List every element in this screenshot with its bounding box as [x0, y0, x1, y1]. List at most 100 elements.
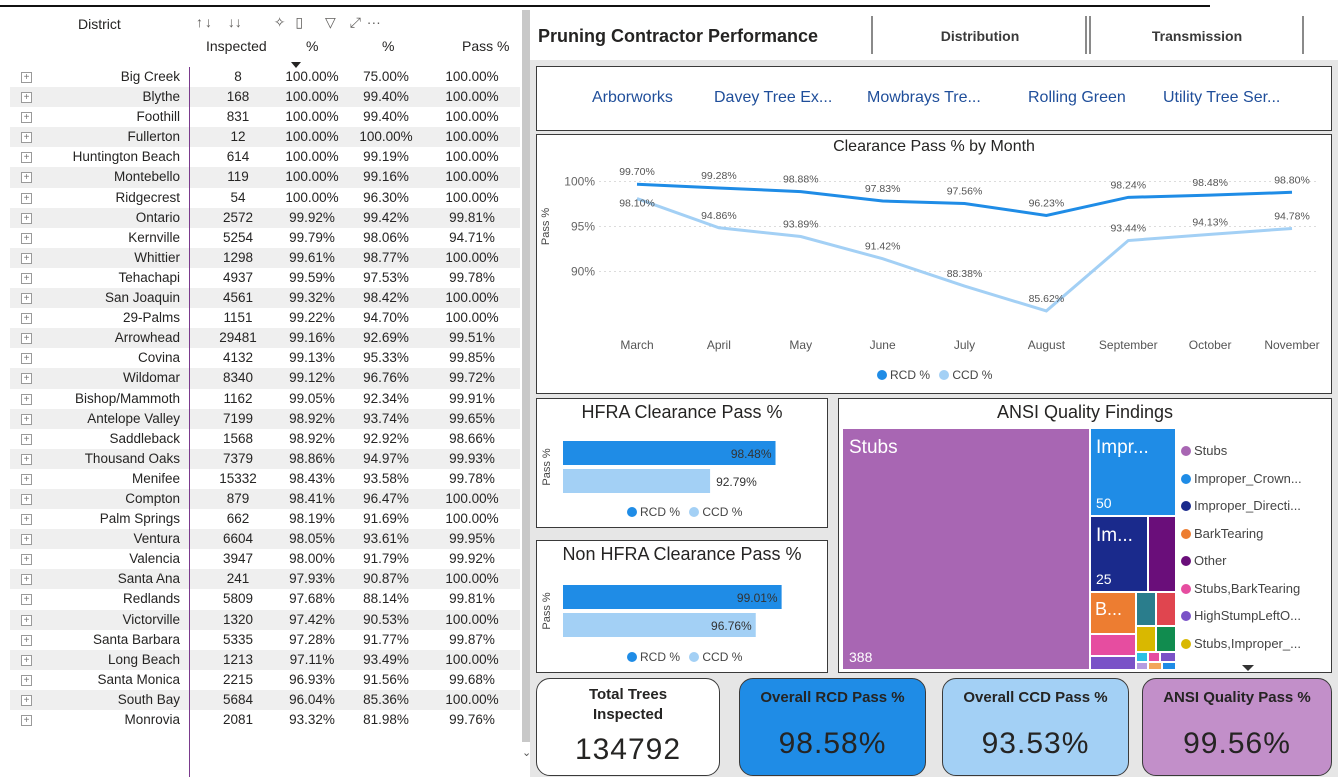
filter-icon[interactable]: ▽	[325, 14, 336, 31]
expand-icon[interactable]: +	[21, 272, 32, 284]
district-table[interactable]: District ↑ ↓ ↓↓ ✧ ▯ ▽ ⤢ ··· Inspected % %…	[10, 10, 530, 777]
table-row[interactable]: + Santa Monica 2215 96.93% 91.56% 99.68%	[10, 670, 520, 690]
expand-icon[interactable]: +	[21, 715, 32, 726]
table-row[interactable]: + Foothill 831 100.00% 99.40% 100.00%	[10, 107, 520, 127]
table-row[interactable]: +29-Palms 1151 99.22% 94.70% 100.00%	[10, 308, 520, 328]
table-row[interactable]: + Tehachapi 4937 99.59% 97.53% 99.78%	[10, 268, 520, 288]
expand-icon[interactable]: +	[21, 694, 32, 706]
expand-icon[interactable]: +	[21, 252, 32, 264]
treemap-tile-improper-crown[interactable]: Impr... 50	[1091, 429, 1175, 515]
expand-icon[interactable]: +	[21, 212, 32, 224]
treemap-legend-item[interactable]: Stubs,Improper_...	[1181, 636, 1302, 664]
focus-mode-icon[interactable]: ⤢	[350, 14, 361, 31]
expand-icon[interactable]: +	[21, 634, 32, 646]
expand-icon[interactable]: +	[21, 172, 32, 184]
expand-icon[interactable]: +	[21, 353, 32, 365]
treemap-legend-item[interactable]: Stubs	[1181, 443, 1302, 471]
table-row[interactable]: + Fullerton 12 100.00% 100.00% 100.00%	[10, 127, 520, 148]
scroll-down-icon[interactable]: ⌄	[522, 746, 530, 759]
treemap-tile-small[interactable]	[1161, 653, 1175, 661]
sort-up-icon[interactable]: ↑	[196, 14, 203, 30]
expand-icon[interactable]: +	[21, 313, 32, 325]
table-row[interactable]: + Wildomar 8340 99.12% 96.76% 99.72%	[10, 368, 520, 389]
table-row[interactable]: + Big Creek 8 100.00% 75.00% 100.00%	[10, 67, 520, 87]
legend-more-icon[interactable]	[1242, 665, 1254, 671]
header-ansi-pass[interactable]: Pass %	[462, 38, 509, 54]
sort-both-icon[interactable]: ↓↓	[228, 14, 242, 30]
table-row[interactable]: + South Bay 5684 96.04% 85.36% 100.00%	[10, 689, 520, 710]
expand-icon[interactable]: +	[21, 293, 32, 305]
treemap-tile-small[interactable]	[1157, 593, 1175, 625]
table-row[interactable]: + Victorville 1320 97.42% 90.53% 100.00%	[10, 609, 520, 630]
expand-icon[interactable]: +	[21, 373, 32, 385]
expand-icon[interactable]: +	[21, 674, 32, 686]
table-row[interactable]: + Montebello 119 100.00% 99.16% 100.00%	[10, 167, 520, 188]
treemap-tile-small[interactable]	[1137, 593, 1155, 625]
table-scrollbar[interactable]	[522, 10, 530, 742]
expand-icon[interactable]: +	[21, 614, 32, 626]
table-row[interactable]: + Ventura 6604 98.05% 93.61% 99.95%	[10, 529, 520, 550]
table-row[interactable]: + Kernville 5254 99.79% 98.06% 94.71%	[10, 228, 520, 248]
treemap-legend-item[interactable]: Improper_Crown...	[1181, 471, 1302, 499]
table-row[interactable]: + Arrowhead 29481 99.16% 92.69% 99.51%	[10, 328, 520, 349]
table-row[interactable]: + Blythe 168 100.00% 99.40% 100.00%	[10, 87, 520, 108]
expand-icon[interactable]: +	[21, 393, 32, 405]
treemap-tile-small[interactable]	[1137, 653, 1147, 661]
expand-icon[interactable]: +	[21, 232, 32, 244]
treemap-tile-barktearing[interactable]: B...	[1091, 593, 1135, 633]
treemap-tile-improper-direction[interactable]: Im... 25	[1091, 517, 1147, 591]
expand-icon[interactable]: +	[21, 112, 32, 124]
slicer-item-davey[interactable]: Davey Tree Ex...	[714, 89, 832, 107]
expand-icon[interactable]: +	[21, 554, 32, 566]
header-ccd-pass[interactable]: %	[382, 38, 394, 54]
treemap-tile-small[interactable]	[1163, 663, 1175, 669]
expand-icon[interactable]: +	[21, 654, 32, 666]
table-row[interactable]: + Antelope Valley 7199 98.92% 93.74% 99.65%	[10, 408, 520, 429]
expand-icon[interactable]: +	[21, 514, 32, 526]
table-row[interactable]: + San Joaquin 4561 99.32% 98.42% 100.00%	[10, 288, 520, 309]
treemap-tile-stubs-barktearing[interactable]	[1091, 635, 1135, 655]
treemap-tile-small[interactable]	[1149, 653, 1159, 661]
expand-icon[interactable]: +	[21, 453, 32, 465]
copy-icon[interactable]: ▯	[295, 14, 303, 31]
table-row[interactable]: + Menifee 15332 98.43% 93.58% 99.78%	[10, 469, 520, 489]
tab-distribution[interactable]: Distribution	[875, 16, 1085, 56]
table-row[interactable]: + Bishop/Mammoth 1162 99.05% 92.34% 99.91%	[10, 389, 520, 409]
table-row[interactable]: + Valencia 3947 98.00% 91.79% 99.92%	[10, 549, 520, 569]
expand-icon[interactable]: +	[21, 333, 32, 345]
table-row[interactable]: + Redlands 5809 97.68% 88.14% 99.81%	[10, 589, 520, 609]
expand-icon[interactable]: +	[21, 413, 32, 425]
expand-icon[interactable]: +	[21, 192, 32, 204]
table-row[interactable]: + Santa Ana 241 97.93% 90.87% 100.00%	[10, 569, 520, 590]
pin-icon[interactable]: ✧	[274, 14, 286, 31]
table-row[interactable]: + Whittier 1298 99.61% 98.77% 100.00%	[10, 247, 520, 268]
treemap-tile-small[interactable]	[1157, 627, 1175, 651]
more-options-icon[interactable]: ···	[367, 14, 381, 30]
table-row[interactable]: + Huntington Beach 614 100.00% 99.19% 100.00%	[10, 147, 520, 167]
table-row[interactable]: + Compton 879 98.41% 96.47% 100.00%	[10, 488, 520, 510]
table-row[interactable]: + Saddleback 1568 98.92% 92.92% 98.66%	[10, 429, 520, 449]
expand-icon[interactable]: +	[21, 132, 32, 144]
expand-icon[interactable]: +	[21, 92, 32, 104]
header-inspected[interactable]: Inspected	[206, 38, 267, 54]
slicer-item-rolling-green[interactable]: Rolling Green	[1028, 89, 1126, 107]
expand-icon[interactable]: +	[21, 152, 32, 164]
treemap-tile-other[interactable]	[1149, 517, 1175, 591]
treemap-legend-item[interactable]: Stubs,BarkTearing	[1181, 581, 1302, 609]
treemap-tile-small[interactable]	[1137, 663, 1147, 669]
treemap-tile-stubs[interactable]: Stubs 388	[843, 429, 1089, 669]
treemap-tile-small[interactable]	[1149, 663, 1161, 669]
slicer-item-arborworks[interactable]: Arborworks	[592, 89, 673, 107]
expand-icon[interactable]: +	[21, 594, 32, 606]
treemap-legend-item[interactable]: Improper_Directi...	[1181, 498, 1302, 526]
header-rcd-pass[interactable]: %	[306, 38, 318, 54]
table-row[interactable]: + Ridgecrest 54 100.00% 96.30% 100.00%	[10, 188, 520, 208]
table-row[interactable]: + Palm Springs 662 98.19% 91.69% 100.00%	[10, 509, 520, 529]
table-row[interactable]: + Covina 4132 99.13% 95.33% 99.85%	[10, 348, 520, 368]
expand-icon[interactable]: +	[21, 574, 32, 586]
table-row[interactable]: + Santa Barbara 5335 97.28% 91.77% 99.87%	[10, 630, 520, 650]
header-district[interactable]: District	[78, 16, 121, 32]
table-row[interactable]: + Ontario 2572 99.92% 99.42% 99.81%	[10, 207, 520, 228]
expand-icon[interactable]: +	[21, 473, 32, 485]
treemap-legend-item[interactable]: BarkTearing	[1181, 526, 1302, 554]
